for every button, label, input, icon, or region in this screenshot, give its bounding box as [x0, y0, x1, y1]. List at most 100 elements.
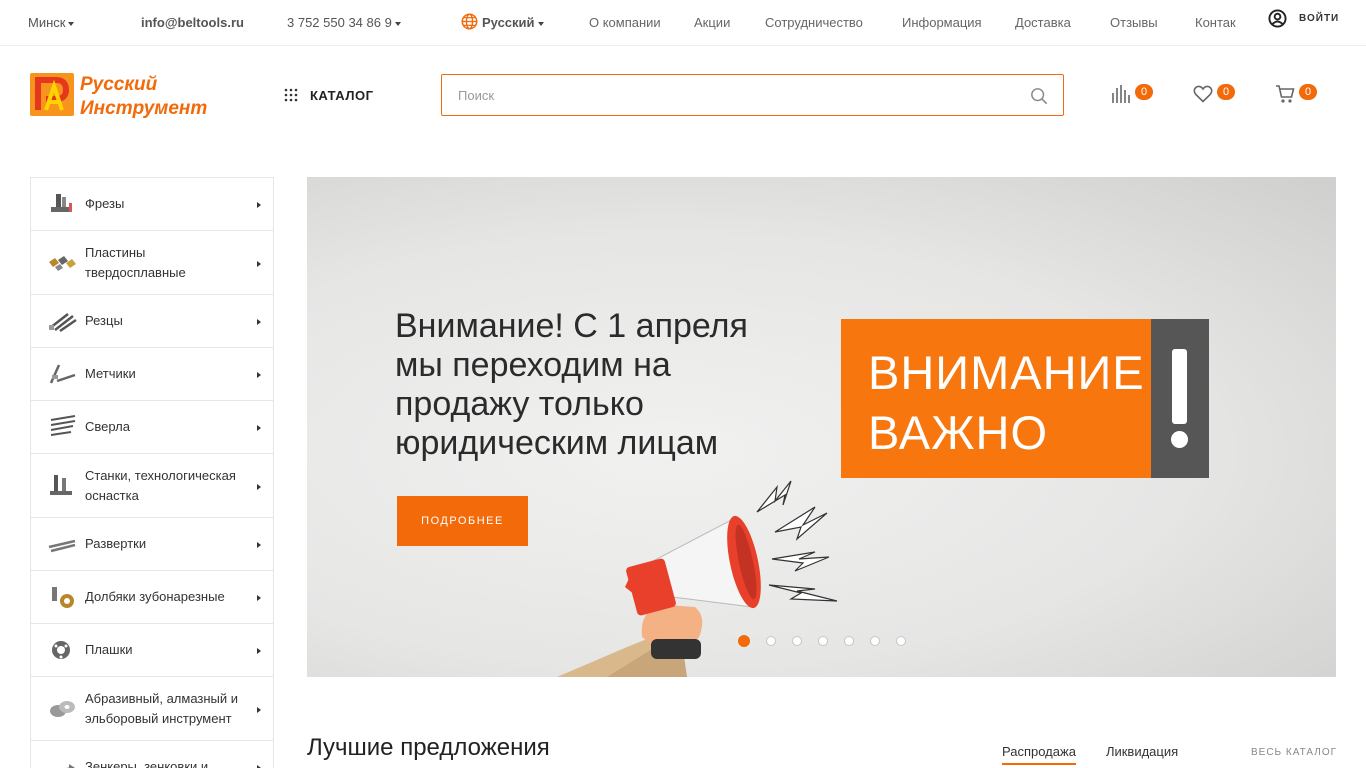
abrasive-icon [50, 700, 75, 717]
cutting-tools-icon [49, 313, 77, 333]
heart-icon [1193, 85, 1213, 103]
compare-button[interactable]: 0 [1111, 82, 1153, 106]
chevron-down-icon [394, 21, 401, 26]
chevron-right-icon [257, 648, 261, 654]
cart-count: 0 [1299, 84, 1317, 100]
phone-selector[interactable]: 3 752 550 34 86 9 [287, 0, 401, 45]
category-item[interactable]: Сверла [31, 401, 273, 454]
milling-cutter-icon [51, 194, 72, 212]
search-icon[interactable] [1030, 87, 1048, 105]
machine-tooling-icon [50, 474, 72, 495]
nav-promotions[interactable]: Акции [694, 0, 730, 45]
catalog-label: КАТАЛОГ [310, 87, 374, 103]
dies-icon [52, 641, 70, 659]
login-label: ВОЙТИ [1299, 12, 1340, 24]
nav-delivery[interactable]: Доставка [1015, 0, 1071, 45]
compare-count: 0 [1135, 84, 1153, 100]
tab-liquidation[interactable]: Ликвидация [1106, 744, 1178, 765]
category-label: Станки, технологическая оснастка [85, 467, 236, 503]
slider-dot[interactable] [738, 635, 750, 647]
city-label: Минск [28, 15, 66, 30]
carbide-inserts-icon [49, 255, 76, 271]
sign-line1: ВНИМАНИЕ [868, 346, 1145, 399]
category-item[interactable]: Метчики [31, 348, 273, 401]
more-button[interactable]: ПОДРОБНЕЕ [397, 496, 528, 546]
category-item[interactable]: Долбяки зубонарезные [31, 571, 273, 624]
nav-cooperation[interactable]: Сотрудничество [765, 0, 863, 45]
chevron-right-icon [257, 372, 261, 378]
chevron-right-icon [257, 202, 261, 208]
attention-sign: ВНИМАНИЕ ВАЖНО [841, 319, 1209, 478]
best-offers-title: Лучшие предложения [307, 734, 550, 761]
category-item[interactable]: Станки, технологическая оснастка [31, 454, 273, 518]
slider-dot[interactable] [792, 636, 802, 646]
category-item[interactable]: Развертки [31, 518, 273, 571]
category-label: Фрезы [85, 196, 125, 211]
countersink-icon [66, 764, 75, 768]
search-input[interactable] [442, 75, 1063, 115]
logo-line1: Русский [80, 74, 158, 95]
chevron-right-icon [257, 483, 261, 490]
category-label: Развертки [85, 536, 147, 551]
cart-button[interactable]: 0 [1275, 82, 1317, 106]
drills-icon [50, 415, 76, 436]
gear-shaper-icon [52, 587, 74, 608]
chevron-down-icon [68, 21, 75, 26]
globe-icon [461, 13, 478, 30]
nav-contacts[interactable]: Контак [1195, 0, 1236, 45]
category-sidebar: Фрезы Пластины твердосплавные Резцы Метч… [30, 177, 274, 768]
nav-information[interactable]: Информация [902, 0, 982, 45]
chevron-right-icon [257, 595, 261, 601]
exclamation-icon [1172, 349, 1187, 424]
nav-about[interactable]: О компании [589, 0, 661, 45]
category-item[interactable]: Фрезы [31, 178, 273, 231]
category-label: Пластины твердосплавные [85, 244, 186, 280]
logo-line2: Инструмент [80, 98, 207, 118]
hero-banner[interactable]: Внимание! С 1 апреля мы переходим на про… [307, 177, 1336, 677]
chevron-right-icon [257, 425, 261, 431]
category-item[interactable]: Плашки [31, 624, 273, 677]
slider-dot[interactable] [766, 636, 776, 646]
slider-dot[interactable] [870, 636, 880, 646]
category-item[interactable]: Абразивный, алмазный и эльборовый инстру… [31, 677, 273, 741]
search-box [441, 74, 1064, 116]
reamers-icon [48, 539, 76, 553]
banner-headline: Внимание! С 1 апреля мы переходим на про… [395, 307, 748, 462]
email-link[interactable]: info@beltools.ru [141, 0, 244, 45]
exclamation-dot [1171, 431, 1188, 448]
slider-dot[interactable] [844, 636, 854, 646]
megaphone-illustration [557, 480, 838, 677]
category-label: Резцы [85, 313, 123, 328]
category-label: Сверла [85, 419, 130, 434]
slider-dots [738, 635, 922, 647]
user-icon [1268, 8, 1287, 28]
slider-dot[interactable] [818, 636, 828, 646]
top-bar: Минск info@beltools.ru 3 752 550 34 86 9… [0, 0, 1366, 46]
category-item[interactable]: Пластины твердосплавные [31, 231, 273, 295]
category-label: Зенкеры, зенковки и [85, 759, 209, 768]
login-button[interactable]: ВОЙТИ [1268, 7, 1339, 29]
chevron-right-icon [257, 542, 261, 548]
language-selector[interactable]: Русский [461, 0, 544, 45]
category-item[interactable]: Резцы [31, 295, 273, 348]
language-label: Русский [482, 15, 535, 30]
chevron-down-icon [537, 21, 544, 26]
chevron-right-icon [257, 319, 261, 325]
city-selector[interactable]: Минск [28, 0, 75, 45]
phone-label: 3 752 550 34 86 9 [287, 15, 392, 30]
grid-icon [284, 88, 298, 102]
nav-reviews[interactable]: Отзывы [1110, 0, 1158, 45]
sign-line2: ВАЖНО [868, 406, 1049, 459]
favorites-button[interactable]: 0 [1193, 82, 1235, 106]
site-logo[interactable]: Русский Инструмент [30, 72, 222, 119]
all-catalog-link[interactable]: ВЕСЬ КАТАЛОГ [1251, 747, 1337, 758]
compare-icon [1112, 85, 1130, 103]
category-label: Абразивный, алмазный и эльборовый инстру… [85, 690, 239, 726]
tab-sale[interactable]: Распродажа [1002, 744, 1076, 765]
logo-graphic: Русский Инструмент [30, 73, 207, 119]
catalog-button[interactable]: КАТАЛОГ [284, 82, 373, 108]
category-item[interactable]: Зенкеры, зенковки и [31, 741, 273, 768]
chevron-right-icon [257, 706, 261, 713]
slider-dot[interactable] [896, 636, 906, 646]
category-label: Долбяки зубонарезные [85, 589, 225, 604]
